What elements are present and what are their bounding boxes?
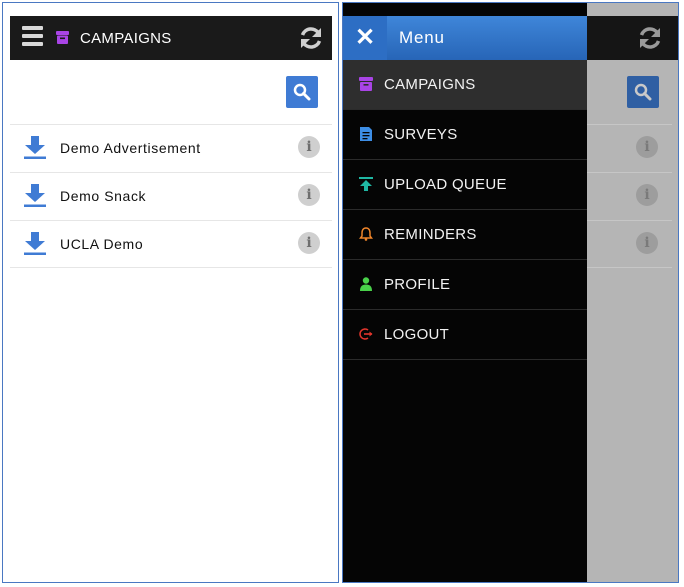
campaign-icon	[359, 77, 373, 91]
campaigns-screen: CAMPAIGNS Demo Advertisement i Demo Snac…	[2, 2, 339, 583]
menu-item-logout[interactable]: LOGOUT	[343, 310, 587, 360]
menu-item-label: UPLOAD QUEUE	[384, 176, 507, 193]
campaign-row[interactable]: Demo Advertisement i	[10, 124, 332, 171]
campaign-row-dimmed: i	[587, 124, 672, 171]
menu-item-campaigns[interactable]: CAMPAIGNS	[343, 60, 587, 110]
download-icon[interactable]	[24, 232, 46, 256]
download-icon[interactable]	[24, 184, 46, 208]
campaign-name: UCLA Demo	[60, 236, 144, 252]
close-button[interactable]: ✕	[343, 16, 387, 60]
menu-item-reminders[interactable]: REMINDERS	[343, 210, 587, 260]
menu-open-screen: i i i ✕ Menu CAMPAIGNS SURVEYS UPLOAD QU…	[342, 2, 679, 583]
top-bar: CAMPAIGNS	[10, 16, 332, 60]
menu-item-label: REMINDERS	[384, 226, 477, 243]
info-icon[interactable]: i	[636, 232, 658, 254]
menu-item-label: SURVEYS	[384, 126, 458, 143]
info-icon[interactable]: i	[636, 184, 658, 206]
logout-icon	[359, 328, 373, 340]
campaign-row[interactable]: UCLA Demo i	[10, 220, 332, 268]
survey-icon	[360, 127, 372, 141]
person-icon	[360, 277, 372, 291]
refresh-icon[interactable]	[637, 25, 663, 51]
menu-item-profile[interactable]: PROFILE	[343, 260, 587, 310]
drawer-title: Menu	[399, 28, 445, 47]
drawer-header: ✕ Menu	[343, 16, 587, 60]
menu-item-label: LOGOUT	[384, 326, 450, 343]
top-bar-dimmed	[587, 16, 678, 60]
info-icon[interactable]: i	[298, 136, 320, 158]
side-drawer: ✕ Menu CAMPAIGNS SURVEYS UPLOAD QUEUE RE…	[343, 3, 587, 582]
search-button[interactable]	[627, 76, 659, 108]
campaign-name: Demo Advertisement	[60, 140, 201, 156]
bell-icon	[359, 227, 373, 241]
info-icon[interactable]: i	[636, 136, 658, 158]
refresh-icon[interactable]	[298, 25, 324, 51]
campaign-row[interactable]: Demo Snack i	[10, 172, 332, 219]
campaign-icon	[56, 31, 69, 44]
menu-item-surveys[interactable]: SURVEYS	[343, 110, 587, 160]
campaign-row-dimmed: i	[587, 220, 672, 268]
download-icon[interactable]	[24, 136, 46, 160]
info-icon[interactable]: i	[298, 232, 320, 254]
menu-item-label: CAMPAIGNS	[384, 76, 476, 93]
menu-item-label: PROFILE	[384, 276, 451, 293]
page-title: CAMPAIGNS	[80, 30, 172, 47]
hamburger-menu-icon[interactable]	[22, 26, 43, 50]
search-icon	[634, 83, 652, 101]
info-icon[interactable]: i	[298, 184, 320, 206]
upload-icon	[359, 177, 373, 191]
campaign-name: Demo Snack	[60, 188, 147, 204]
search-button[interactable]	[286, 76, 318, 108]
search-icon	[293, 83, 311, 101]
menu-item-upload-queue[interactable]: UPLOAD QUEUE	[343, 160, 587, 210]
campaign-row-dimmed: i	[587, 172, 672, 219]
